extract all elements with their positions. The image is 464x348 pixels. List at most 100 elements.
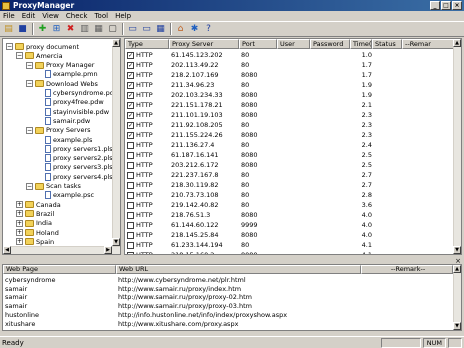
export-button[interactable]: ▦	[92, 23, 105, 35]
scroll-left-icon[interactable]: ◀	[3, 246, 11, 254]
column-header[interactable]: Type	[125, 39, 169, 49]
row-checkbox[interactable]	[127, 181, 134, 189]
collapse-icon[interactable]: −	[26, 61, 33, 69]
row-checkbox[interactable]	[127, 141, 134, 149]
column-header[interactable]: Web Page	[3, 265, 116, 274]
collapse-icon[interactable]: −	[26, 126, 33, 134]
menu-file[interactable]: File	[3, 12, 15, 20]
row-checkbox[interactable]: ✓	[127, 101, 134, 109]
table-row[interactable]: HTTP 210.73.73.108 80 2.8	[125, 190, 372, 200]
list-item[interactable]: hustonline http://info.hustonline.net/inf…	[3, 311, 361, 319]
tree-node[interactable]: − proxy document	[6, 42, 79, 51]
tree-node[interactable]: proxy servers4.pls	[36, 172, 113, 181]
scroll-down-icon[interactable]: ▼	[453, 322, 461, 330]
row-checkbox[interactable]	[127, 241, 134, 249]
row-checkbox[interactable]	[127, 171, 134, 179]
tree-node[interactable]: − Proxy Servers	[26, 126, 91, 135]
maximize-button[interactable]: □	[441, 1, 451, 10]
menu-help[interactable]: Help	[115, 12, 131, 20]
tree-node[interactable]: proxy servers1.pls	[36, 144, 113, 153]
column-header[interactable]: Web URL	[116, 265, 361, 274]
table-row[interactable]: ✓ HTTP 202.113.49.22 80 1.7	[125, 60, 372, 70]
menu-check[interactable]: Check	[66, 12, 88, 20]
table-row[interactable]: HTTP 221.237.167.8 80 2.7	[125, 170, 372, 180]
table-row[interactable]: HTTP 218.30.119.82 80 2.7	[125, 180, 372, 190]
table-row[interactable]: HTTP 211.136.27.4 80 2.4	[125, 140, 372, 150]
tree-node[interactable]: cybersyndrome.pdw	[36, 89, 113, 98]
close-button[interactable]: ×	[452, 1, 462, 10]
row-checkbox[interactable]	[127, 161, 134, 169]
select-button[interactable]: ⊞	[50, 23, 63, 35]
row-checkbox[interactable]	[127, 221, 134, 229]
table-row[interactable]: ✓ HTTP 221.151.178.21 8080 2.1	[125, 100, 372, 110]
tree-node[interactable]: proxy4free.pdw	[36, 98, 104, 107]
collapse-icon[interactable]: −	[16, 52, 23, 60]
row-checkbox[interactable]	[127, 251, 134, 254]
list-item[interactable]: cybersyndrome http://www.cybersyndrome.ne…	[3, 276, 361, 284]
list-item[interactable]: samair http://www.samair.ru/proxy/proxy-0…	[3, 302, 361, 310]
save-button[interactable]: ■	[16, 23, 29, 35]
tree-node[interactable]: stayinvisible.pdw	[36, 107, 109, 116]
home-button[interactable]: ⌂	[174, 23, 187, 35]
properties-button[interactable]: ▢	[106, 23, 119, 35]
collapse-icon[interactable]: −	[6, 43, 13, 50]
scroll-up-icon[interactable]: ▲	[453, 39, 461, 47]
tree-node[interactable]: example.psc	[36, 191, 94, 200]
row-checkbox[interactable]	[127, 231, 134, 239]
table-row[interactable]: HTTP 61.187.16.141 8080 2.5	[125, 150, 372, 160]
row-checkbox[interactable]	[127, 211, 134, 219]
row-checkbox[interactable]: ✓	[127, 131, 134, 139]
table-row[interactable]: HTTP 219.142.40.82 80 3.6	[125, 200, 372, 210]
window-button[interactable]: ▭	[126, 23, 139, 35]
row-checkbox[interactable]: ✓	[127, 91, 134, 99]
column-header[interactable]: Proxy Server	[169, 39, 239, 49]
grid-button[interactable]: ▦	[154, 23, 167, 35]
table-row[interactable]: HTTP 61.233.144.194 80 4.1	[125, 240, 372, 250]
column-header[interactable]: Port	[239, 39, 277, 49]
table-row[interactable]: ✓ HTTP 218.2.107.169 8080 1.7	[125, 70, 372, 80]
tree-node[interactable]: + Canada	[16, 200, 61, 209]
column-header[interactable]: Time(s)	[350, 39, 372, 49]
tree-node[interactable]: − Amercia	[16, 51, 63, 60]
table-row[interactable]: HTTP 218.15.160.2 8080 4.1	[125, 250, 372, 254]
row-checkbox[interactable]	[127, 151, 134, 159]
add-button[interactable]: ✚	[36, 23, 49, 35]
collapse-icon[interactable]: −	[26, 182, 33, 190]
collapse-icon[interactable]: −	[26, 80, 33, 88]
row-checkbox[interactable]: ✓	[127, 121, 134, 129]
table-row[interactable]: ✓ HTTP 211.101.19.103 8080 2.3	[125, 110, 372, 120]
help-button[interactable]: ?	[202, 23, 215, 35]
tree-node[interactable]: + Spain	[16, 237, 54, 246]
tree-node[interactable]: − Proxy Manager	[26, 61, 94, 70]
column-header[interactable]: User	[277, 39, 310, 49]
table-row[interactable]: ✓ HTTP 61.145.123.202 80 1.0	[125, 50, 372, 60]
tree-node[interactable]: + Holand	[16, 228, 59, 237]
grid-vertical-scrollbar[interactable]: ▲ ▼	[453, 39, 461, 254]
expand-icon[interactable]: +	[16, 201, 23, 209]
expand-icon[interactable]: +	[16, 210, 23, 218]
list-item[interactable]: xitushare http://www.xitushare.com/proxy.…	[3, 320, 361, 328]
minimize-button[interactable]: _	[430, 1, 440, 10]
tree-node[interactable]: proxy servers2.pls	[36, 154, 113, 163]
tree-node[interactable]: − Download Webs	[26, 79, 98, 88]
table-row[interactable]: HTTP 61.144.60.122 9999 4.0	[125, 220, 372, 230]
scroll-down-icon[interactable]: ▼	[453, 246, 461, 254]
tree-node[interactable]: + Brazil	[16, 209, 54, 218]
scroll-up-icon[interactable]: ▲	[453, 265, 461, 273]
menu-edit[interactable]: Edit	[22, 12, 36, 20]
column-header[interactable]: Password	[310, 39, 350, 49]
menu-view[interactable]: View	[42, 12, 59, 20]
row-checkbox[interactable]	[127, 201, 134, 209]
scroll-right-icon[interactable]: ▶	[104, 246, 112, 254]
row-checkbox[interactable]: ✓	[127, 71, 134, 79]
tree-node[interactable]: − Scan tasks	[26, 182, 81, 191]
list-item[interactable]: samair http://www.samair.ru/proxy/index.h…	[3, 285, 361, 293]
row-checkbox[interactable]	[127, 191, 134, 199]
web-page-list[interactable]: Web Page Web URL --Remark-- cybersyndrome h…	[2, 264, 462, 331]
column-header[interactable]: --Remark--	[361, 265, 453, 274]
tree-vertical-scrollbar[interactable]: ▲ ▼	[112, 39, 120, 254]
table-row[interactable]: ✓ HTTP 211.92.108.205 80 2.3	[125, 120, 372, 130]
tools-button[interactable]: ✱	[188, 23, 201, 35]
column-header[interactable]: Status	[372, 39, 402, 49]
tree-node[interactable]: example.pls	[36, 135, 92, 144]
